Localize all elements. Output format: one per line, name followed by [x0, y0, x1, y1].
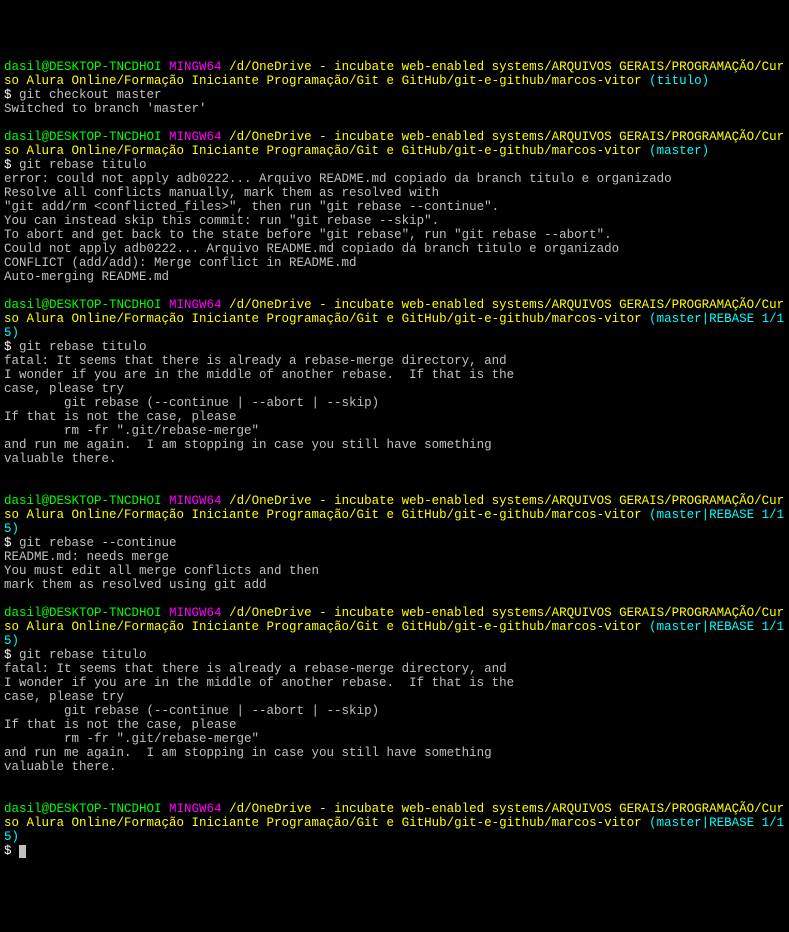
output-line: Auto-merging README.md	[4, 270, 785, 284]
output-line: If that is not the case, please	[4, 410, 785, 424]
prompt-line: dasil@DESKTOP-TNCDHOI MINGW64 /d/OneDriv…	[4, 298, 785, 340]
dollar-icon: $	[4, 340, 12, 354]
output-line: and run me again. I am stopping in case …	[4, 746, 785, 760]
blank-line	[4, 284, 785, 298]
output-line: I wonder if you are in the middle of ano…	[4, 368, 785, 382]
output-line: If that is not the case, please	[4, 718, 785, 732]
prompt-line: dasil@DESKTOP-TNCDHOI MINGW64 /d/OneDriv…	[4, 802, 785, 844]
command-line: $ git checkout master	[4, 88, 785, 102]
prompt-line: dasil@DESKTOP-TNCDHOI MINGW64 /d/OneDriv…	[4, 60, 785, 88]
output-line: Switched to branch 'master'	[4, 102, 785, 116]
output-line: rm -fr ".git/rebase-merge"	[4, 424, 785, 438]
blank-line	[4, 592, 785, 606]
output-line: git rebase (--continue | --abort | --ski…	[4, 704, 785, 718]
output-line: Could not apply adb0222... Arquivo READM…	[4, 242, 785, 256]
prompt-line: dasil@DESKTOP-TNCDHOI MINGW64 /d/OneDriv…	[4, 606, 785, 648]
prompt-host: MINGW64	[169, 606, 222, 620]
output-line: CONFLICT (add/add): Merge conflict in RE…	[4, 256, 785, 270]
prompt-host: MINGW64	[169, 802, 222, 816]
prompt-host: MINGW64	[169, 60, 222, 74]
output-line: rm -fr ".git/rebase-merge"	[4, 732, 785, 746]
prompt-branch: (master)	[649, 144, 709, 158]
command-text: git rebase titulo	[19, 648, 147, 662]
output-line: mark them as resolved using git add	[4, 578, 785, 592]
output-line: You must edit all merge conflicts and th…	[4, 564, 785, 578]
command-line: $ git rebase titulo	[4, 158, 785, 172]
command-line: $ git rebase --continue	[4, 536, 785, 550]
output-line: git rebase (--continue | --abort | --ski…	[4, 396, 785, 410]
output-line: To abort and get back to the state befor…	[4, 228, 785, 242]
dollar-icon: $	[4, 536, 12, 550]
dollar-icon: $	[4, 648, 12, 662]
prompt-user: dasil@DESKTOP-TNCDHOI	[4, 298, 162, 312]
command-line: $ git rebase titulo	[4, 340, 785, 354]
command-text: git rebase --continue	[19, 536, 177, 550]
prompt-user: dasil@DESKTOP-TNCDHOI	[4, 494, 162, 508]
command-text: git checkout master	[19, 88, 162, 102]
output-line: fatal: It seems that there is already a …	[4, 662, 785, 676]
dollar-icon: $	[4, 844, 12, 858]
output-line: and run me again. I am stopping in case …	[4, 438, 785, 452]
command-text: git rebase titulo	[19, 158, 147, 172]
output-line: You can instead skip this commit: run "g…	[4, 214, 785, 228]
command-line[interactable]: $	[4, 844, 785, 858]
blank-line	[4, 788, 785, 802]
blank-line	[4, 466, 785, 480]
prompt-branch: (titulo)	[649, 74, 709, 88]
output-line: "git add/rm <conflicted_files>", then ru…	[4, 200, 785, 214]
prompt-line: dasil@DESKTOP-TNCDHOI MINGW64 /d/OneDriv…	[4, 130, 785, 158]
prompt-user: dasil@DESKTOP-TNCDHOI	[4, 60, 162, 74]
command-line: $ git rebase titulo	[4, 648, 785, 662]
terminal-output[interactable]: dasil@DESKTOP-TNCDHOI MINGW64 /d/OneDriv…	[4, 60, 785, 858]
command-text: git rebase titulo	[19, 340, 147, 354]
output-line: valuable there.	[4, 452, 785, 466]
output-line: valuable there.	[4, 760, 785, 774]
prompt-host: MINGW64	[169, 494, 222, 508]
dollar-icon: $	[4, 88, 12, 102]
prompt-user: dasil@DESKTOP-TNCDHOI	[4, 802, 162, 816]
prompt-user: dasil@DESKTOP-TNCDHOI	[4, 130, 162, 144]
output-line: Resolve all conflicts manually, mark the…	[4, 186, 785, 200]
output-line: I wonder if you are in the middle of ano…	[4, 676, 785, 690]
prompt-host: MINGW64	[169, 298, 222, 312]
output-line: README.md: needs merge	[4, 550, 785, 564]
output-line: case, please try	[4, 690, 785, 704]
blank-line	[4, 480, 785, 494]
blank-line	[4, 116, 785, 130]
blank-line	[4, 774, 785, 788]
output-line: error: could not apply adb0222... Arquiv…	[4, 172, 785, 186]
prompt-host: MINGW64	[169, 130, 222, 144]
output-line: fatal: It seems that there is already a …	[4, 354, 785, 368]
prompt-user: dasil@DESKTOP-TNCDHOI	[4, 606, 162, 620]
output-line: case, please try	[4, 382, 785, 396]
cursor-icon	[19, 845, 26, 858]
dollar-icon: $	[4, 158, 12, 172]
prompt-line: dasil@DESKTOP-TNCDHOI MINGW64 /d/OneDriv…	[4, 494, 785, 536]
